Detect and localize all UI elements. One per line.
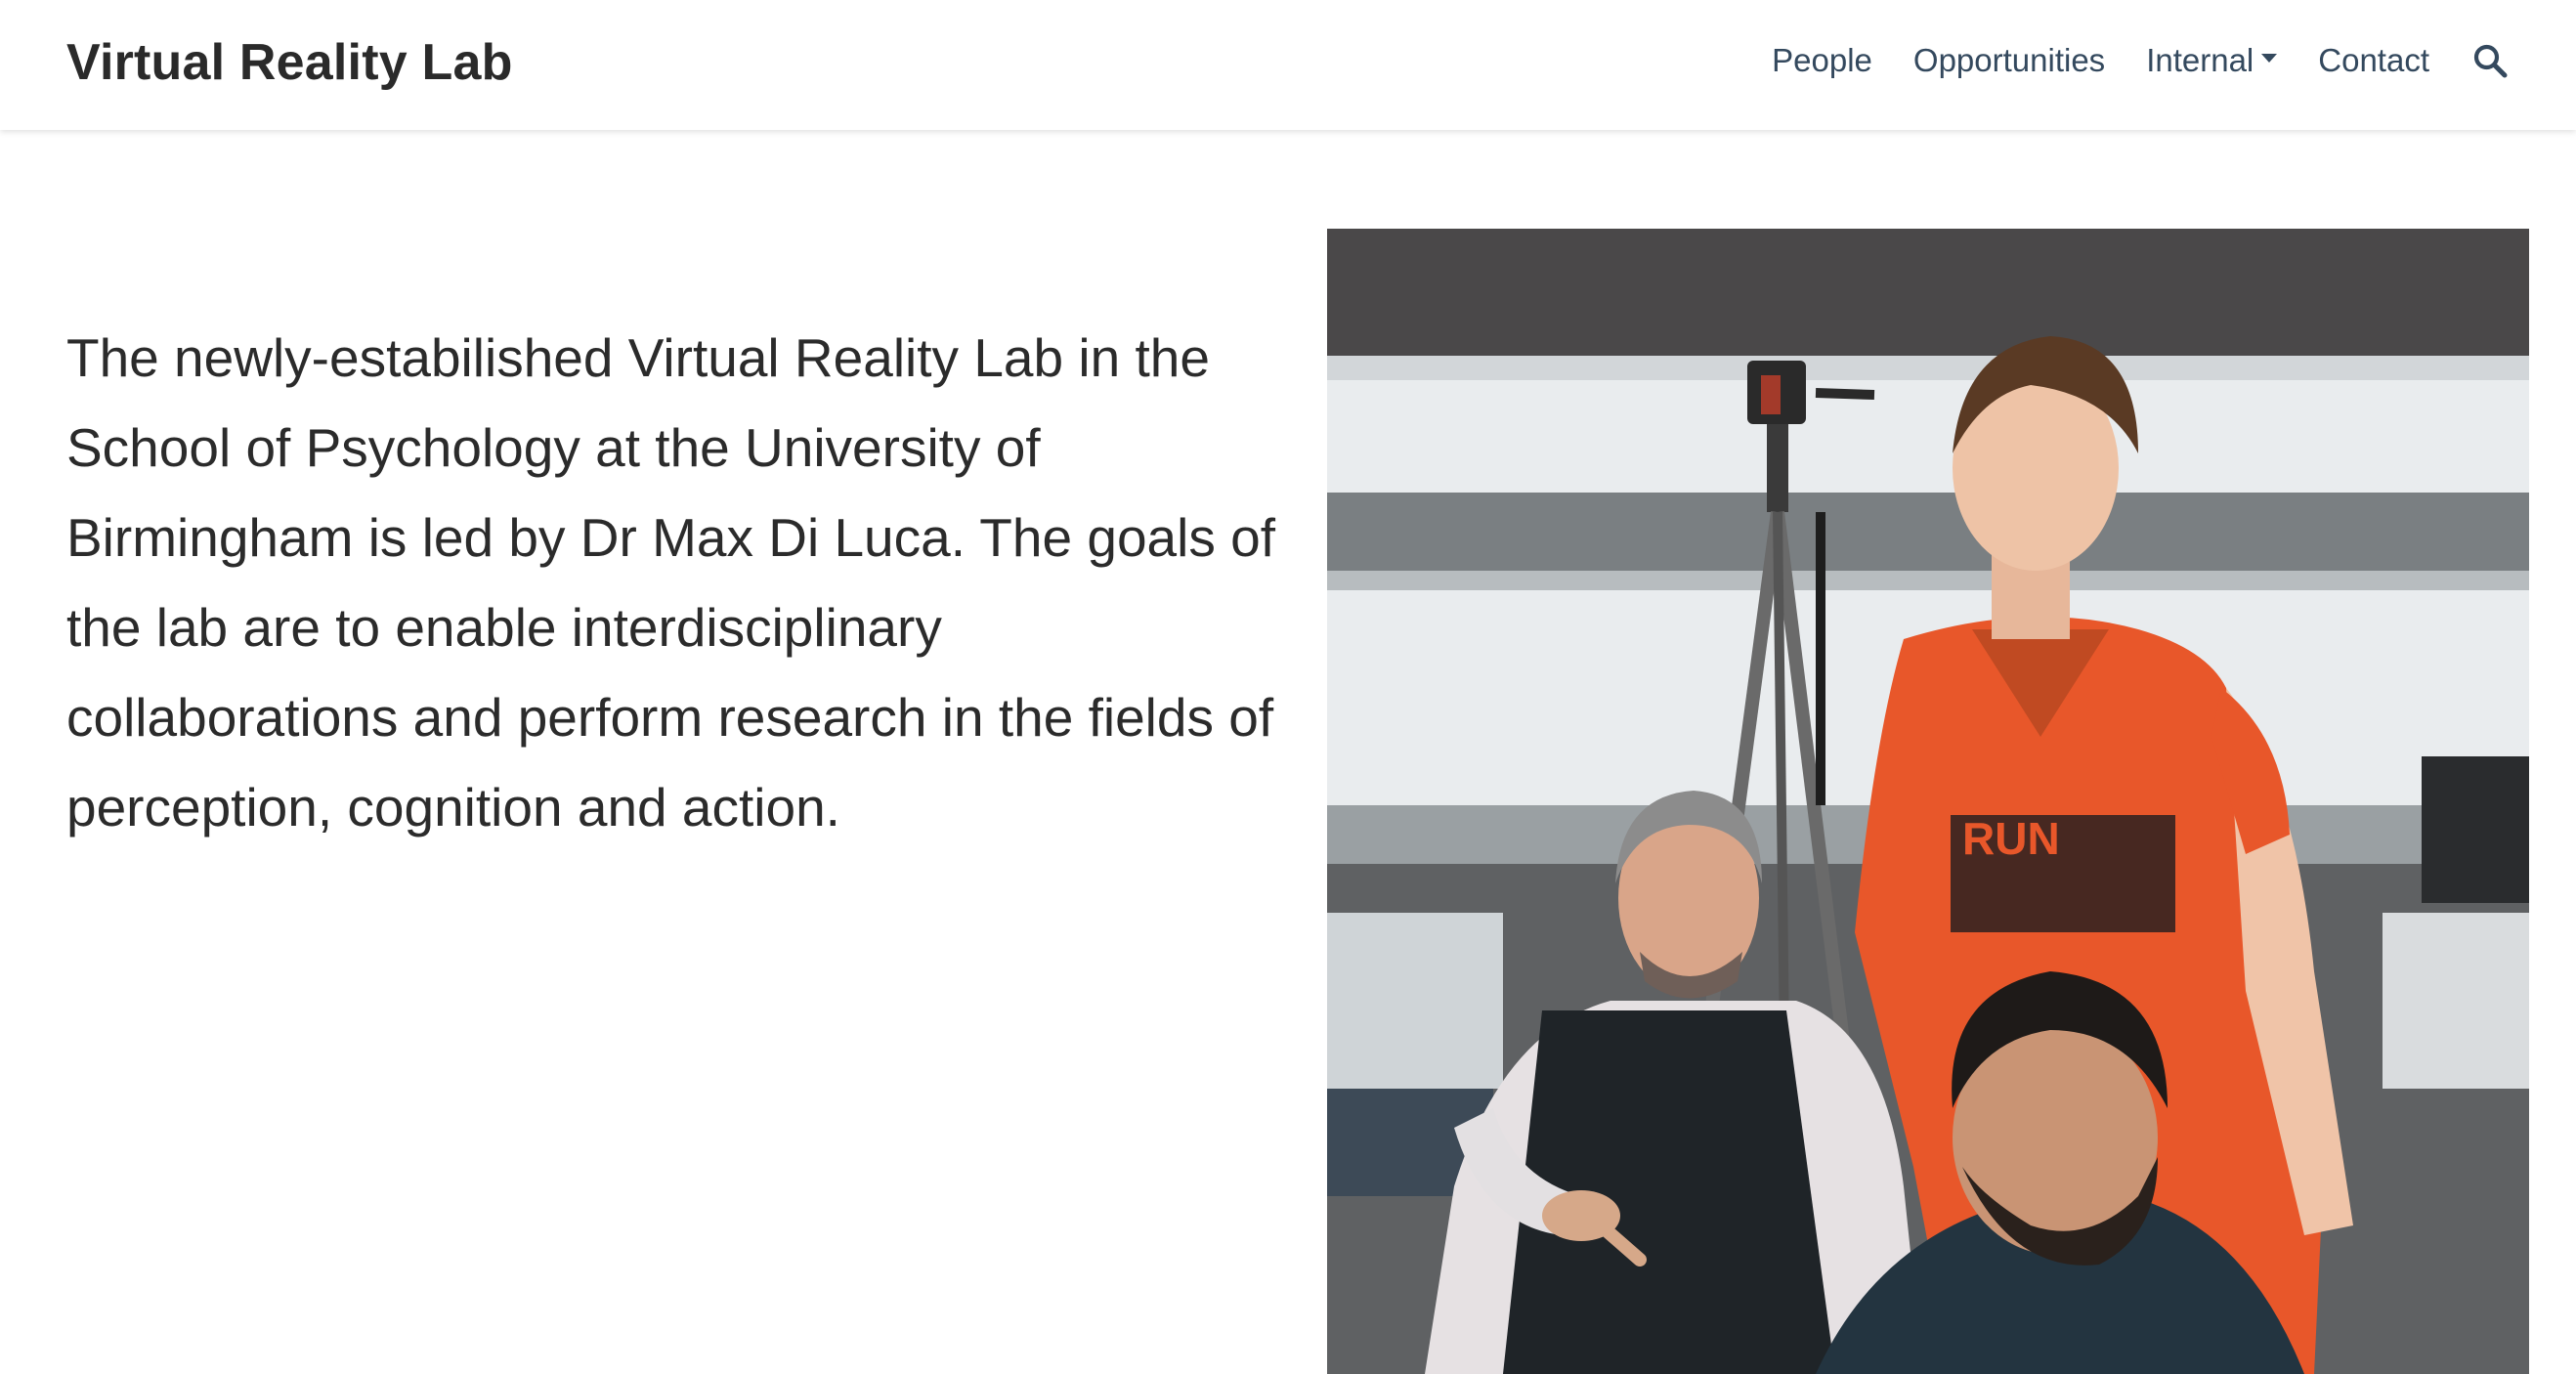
intro-paragraph: The newly-estabilished Virtual Reality L… (66, 327, 1275, 837)
shirt-logo-text: RUN (1962, 813, 2060, 864)
site-brand[interactable]: Virtual Reality Lab (66, 33, 513, 92)
caret-down-icon (2261, 53, 2278, 63)
search-button[interactable] (2470, 41, 2510, 80)
main-nav: People Opportunities Internal Contact (1772, 41, 2510, 80)
storage-box (1327, 913, 1503, 1089)
nav-dropdown-internal-label: Internal (2146, 42, 2254, 78)
nav-link-contact[interactable]: Contact (2318, 42, 2429, 79)
nav-link-opportunities[interactable]: Opportunities (1913, 42, 2105, 79)
lab-photo-illustration: RUN (1327, 229, 2529, 1374)
nav-dropdown-internal[interactable]: Internal (2146, 42, 2278, 79)
ceiling (1327, 229, 2529, 356)
search-icon (2473, 44, 2508, 78)
window-frame (1327, 493, 2529, 571)
lab-photo: RUN (1327, 229, 2529, 1374)
navbar: Virtual Reality Lab People Opportunities… (0, 0, 2576, 130)
nav-link-people[interactable]: People (1772, 42, 1872, 79)
